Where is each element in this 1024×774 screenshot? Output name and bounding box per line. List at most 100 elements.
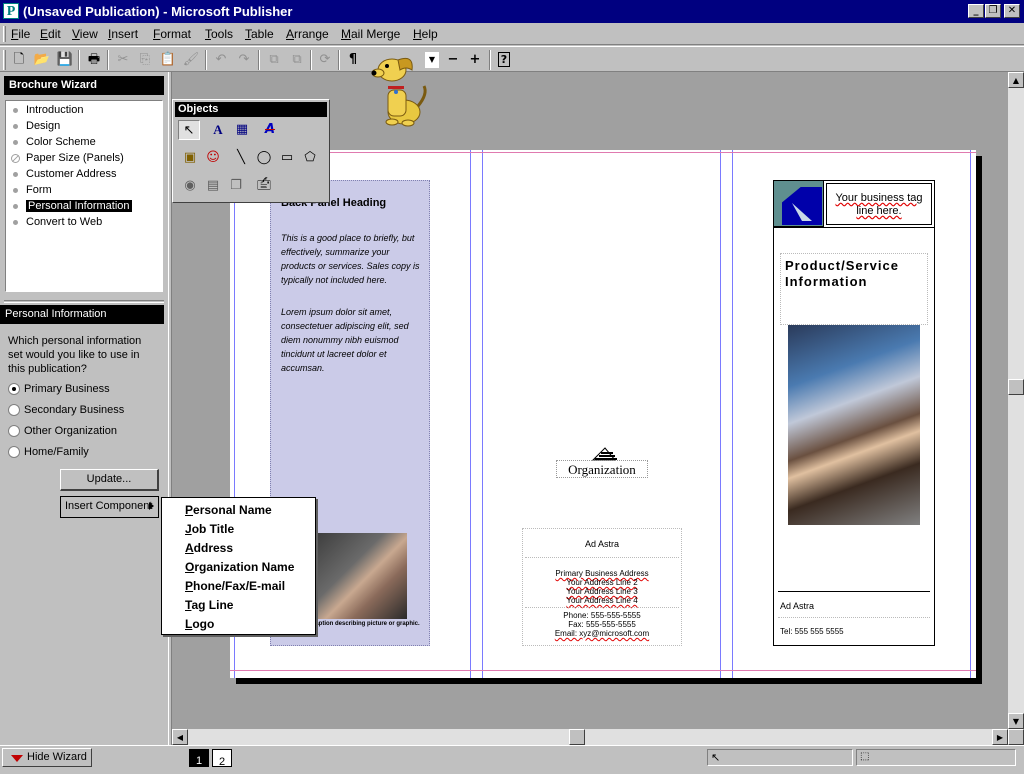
update-button[interactable]: Update... <box>60 469 159 491</box>
page-2-button[interactable]: 2 <box>212 749 232 768</box>
front-logo[interactable] <box>774 181 824 227</box>
menu-view[interactable]: View <box>72 27 98 41</box>
rotate-icon[interactable]: ⟳ <box>314 50 336 70</box>
menu-format[interactable]: Format <box>153 27 191 41</box>
hide-wizard-button[interactable]: Hide Wizard <box>2 748 92 767</box>
option-other-organization[interactable]: Other Organization <box>8 424 148 438</box>
address-company: Ad Astra <box>584 539 620 549</box>
wizard-step-convert-to-web[interactable]: Convert to Web <box>6 215 102 230</box>
vertical-scroll-thumb[interactable] <box>1008 379 1024 395</box>
format-painter-icon[interactable]: 🖌 <box>180 50 202 70</box>
front-panel-frame[interactable]: Your business tag line here. Product/Ser… <box>773 180 935 646</box>
tagline-frame[interactable]: Your business tag line here. <box>826 183 932 225</box>
toolbar-separator <box>489 50 491 70</box>
close-button[interactable]: ✕ <box>1004 4 1020 18</box>
front-panel-heading[interactable]: Product/Service Information <box>780 253 928 325</box>
show-special-characters-icon[interactable]: ¶ <box>342 50 364 70</box>
wizard-step-customer-address[interactable]: Customer Address <box>6 167 116 182</box>
menu-item-phone-fax-email[interactable]: Phone/Fax/E-mail <box>185 579 285 593</box>
rectangle-icon[interactable]: ▭ <box>276 148 298 168</box>
menu-item-address[interactable]: Address <box>185 541 233 555</box>
scroll-up-icon[interactable]: ▲ <box>1008 72 1024 88</box>
photo-caption[interactable]: Caption describing picture or graphic. <box>311 621 420 627</box>
address-line: Primary Business Address <box>555 569 649 578</box>
design-gallery-icon[interactable]: ❐ <box>225 176 247 196</box>
clip-gallery-icon[interactable]: ☺ <box>202 148 224 168</box>
menu-table[interactable]: Table <box>245 27 274 41</box>
scroll-down-icon[interactable]: ▼ <box>1008 713 1024 729</box>
front-company-name[interactable]: Ad Astra <box>780 601 814 611</box>
horizontal-scroll-thumb[interactable] <box>569 729 585 745</box>
line-icon[interactable]: ╲ <box>230 148 252 168</box>
help-icon[interactable]: ? <box>493 50 515 70</box>
organization-name[interactable]: Organization <box>556 460 648 478</box>
option-secondary-business[interactable]: Secondary Business <box>8 403 148 417</box>
wizard-step-form[interactable]: Form <box>6 183 52 198</box>
wizard-step-color-scheme[interactable]: Color Scheme <box>6 135 96 150</box>
zoom-in-icon[interactable]: + <box>464 50 486 70</box>
wizard-splitter[interactable] <box>4 300 164 303</box>
menu-file[interactable]: File <box>11 27 30 41</box>
wizard-step-design[interactable]: Design <box>6 119 60 134</box>
keyboard-photo[interactable] <box>311 533 407 619</box>
scroll-right-icon[interactable]: ▶ <box>992 729 1008 745</box>
horizontal-scrollbar[interactable]: ◀ ▶ <box>172 729 1008 745</box>
new-icon[interactable]: 🗋 <box>8 50 30 70</box>
menu-item-job-title[interactable]: Job Title <box>185 522 234 536</box>
cut-icon[interactable]: ✂ <box>112 50 134 70</box>
oval-icon[interactable]: ◯ <box>253 148 275 168</box>
custom-shapes-icon[interactable]: ⬠ <box>299 148 321 168</box>
zoom-out-icon[interactable]: − <box>442 50 464 70</box>
minimize-button[interactable]: _ <box>968 4 984 18</box>
table-frame-icon[interactable]: ▦ <box>231 120 253 140</box>
wizard-step-personal-information[interactable]: Personal Information <box>6 199 132 214</box>
bring-front-icon[interactable]: ⧉ <box>263 50 285 70</box>
option-primary-business[interactable]: Primary Business <box>8 382 148 396</box>
send-back-icon[interactable]: ⧉ <box>286 50 308 70</box>
page-1-button[interactable]: 1 <box>189 749 209 767</box>
menu-tools[interactable]: Tools <box>205 27 233 41</box>
picture-frame-icon[interactable]: ▣ <box>179 148 201 168</box>
restore-button[interactable]: ❐ <box>985 4 1001 18</box>
undo-icon[interactable]: ↶ <box>210 50 232 70</box>
copy-icon[interactable]: ⎘ <box>134 50 156 70</box>
option-home-family[interactable]: Home/Family <box>8 445 148 459</box>
menu-item-tag-line[interactable]: Tag Line <box>185 598 233 612</box>
text-frame-icon[interactable]: A <box>207 120 229 140</box>
insert-component-button[interactable]: Insert Component <box>60 496 159 518</box>
form-control-icon[interactable]: ◉ <box>179 176 201 196</box>
wordart-frame-icon[interactable]: A <box>259 120 281 140</box>
back-panel-lorem[interactable]: Lorem ipsum dolor sit amet, consectetuer… <box>281 305 423 375</box>
wizard-step-list: Introduction Design Color Scheme Paper S… <box>5 100 163 292</box>
publisher-app-icon[interactable]: P <box>3 3 19 19</box>
objects-toolbar-title[interactable]: Objects <box>175 102 327 117</box>
print-icon[interactable]: 🖶 <box>83 50 105 70</box>
open-icon[interactable]: 📂 <box>31 50 53 70</box>
scroll-left-icon[interactable]: ◀ <box>172 729 188 745</box>
address-frame[interactable]: Ad Astra Primary Business Address Your A… <box>522 528 682 646</box>
pointer-icon[interactable]: ↖ <box>178 120 200 140</box>
menu-arrange[interactable]: Arrange <box>286 27 329 41</box>
menu-mail-merge[interactable]: Mail Merge <box>341 27 400 41</box>
paste-icon[interactable]: 📋 <box>157 50 179 70</box>
menu-help[interactable]: Help <box>413 27 438 41</box>
office-assistant-dog[interactable] <box>370 50 430 128</box>
html-code-icon[interactable]: ▤ <box>202 176 224 196</box>
menu-item-personal-name[interactable]: Personal Name <box>185 503 272 517</box>
menu-item-organization-name[interactable]: Organization Name <box>185 560 294 574</box>
brochure-page[interactable]: Back Panel Heading This is a good place … <box>230 150 976 678</box>
wizard-step-introduction[interactable]: Introduction <box>6 103 83 118</box>
size-icon: ⬚ <box>860 751 870 762</box>
menu-edit[interactable]: Edit <box>40 27 61 41</box>
wizard-step-paper-size[interactable]: Paper Size (Panels) <box>6 151 124 166</box>
menu-insert[interactable]: Insert <box>108 27 138 41</box>
more-objects-icon[interactable]: 🖆 <box>253 176 275 196</box>
save-icon[interactable]: 💾 <box>54 50 76 70</box>
margin-guide <box>230 152 976 153</box>
vertical-scrollbar[interactable]: ▲ ▼ <box>1008 72 1024 729</box>
back-panel-summary[interactable]: This is a good place to briefly, but eff… <box>281 231 423 287</box>
redo-icon[interactable]: ↷ <box>233 50 255 70</box>
child-computer-photo[interactable] <box>788 325 920 525</box>
front-telephone[interactable]: Tel: 555 555 5555 <box>780 627 844 636</box>
menu-item-logo[interactable]: Logo <box>185 617 214 631</box>
